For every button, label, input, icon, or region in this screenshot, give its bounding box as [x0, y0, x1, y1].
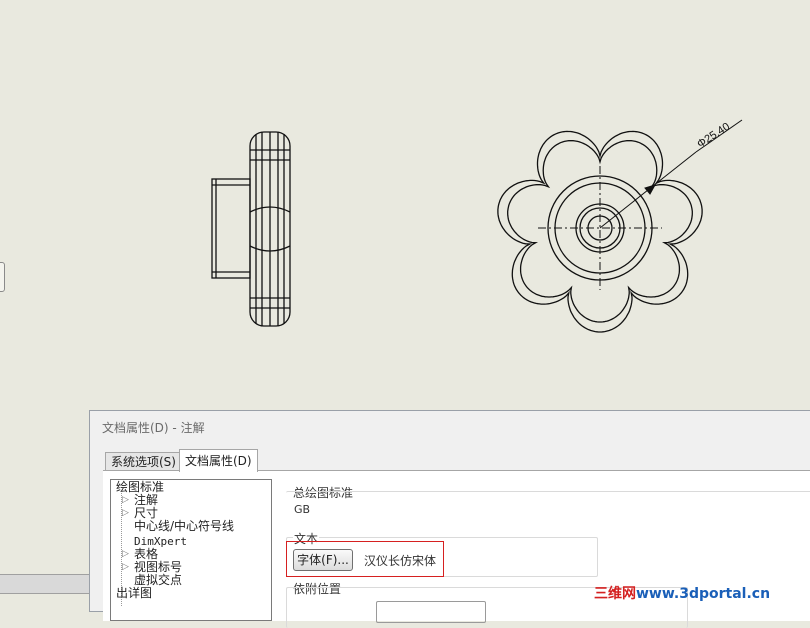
tree-item-detailing[interactable]: 出详图: [116, 587, 152, 600]
expand-triangle-icon[interactable]: ▷: [122, 561, 129, 574]
dialog-title: 文档属性(D) - 注解: [102, 421, 205, 435]
drawing-canvas[interactable]: Φ25.40: [0, 0, 810, 410]
watermark-part1: 三维网: [594, 586, 636, 602]
tree-item-label: 视图标号: [134, 560, 183, 574]
expand-triangle-icon[interactable]: ▷: [122, 507, 129, 520]
attachment-dropdown[interactable]: [376, 601, 486, 623]
watermark: 三维网www.3dportal.cn: [594, 583, 770, 603]
expand-triangle-icon[interactable]: ▷: [122, 494, 129, 507]
diameter-dimension[interactable]: Φ25.40: [599, 119, 743, 229]
tab-system-options[interactable]: 系统选项(S): [105, 452, 182, 471]
document-properties-dialog: 文档属性(D) - 注解 系统选项(S) 文档属性(D) 绘图标准 ▷ 注解 ▷…: [89, 410, 810, 628]
overall-standard-divider: [286, 491, 810, 526]
tree-item-centerlines[interactable]: 中心线/中心符号线: [134, 520, 234, 533]
tab-document-properties[interactable]: 文档属性(D): [179, 449, 258, 472]
dimension-text: Φ25.40: [695, 121, 732, 151]
expand-triangle-icon[interactable]: ▷: [122, 548, 129, 561]
tree-item-label: 尺寸: [134, 506, 159, 520]
tree-item-label: 表格: [134, 547, 159, 561]
tree-item-label: 注解: [134, 493, 159, 507]
highlight-box: [286, 541, 444, 577]
left-edge-handle[interactable]: [0, 262, 5, 292]
side-view: [211, 131, 291, 327]
watermark-part2: www.3dportal.cn: [636, 586, 771, 602]
front-view: [497, 130, 703, 333]
property-tree[interactable]: 绘图标准 ▷ 注解 ▷ 尺寸 中心线/中心符号线 DimXpert ▷ 表格 ▷…: [110, 479, 272, 621]
bottom-scrollbar[interactable]: [0, 574, 92, 594]
